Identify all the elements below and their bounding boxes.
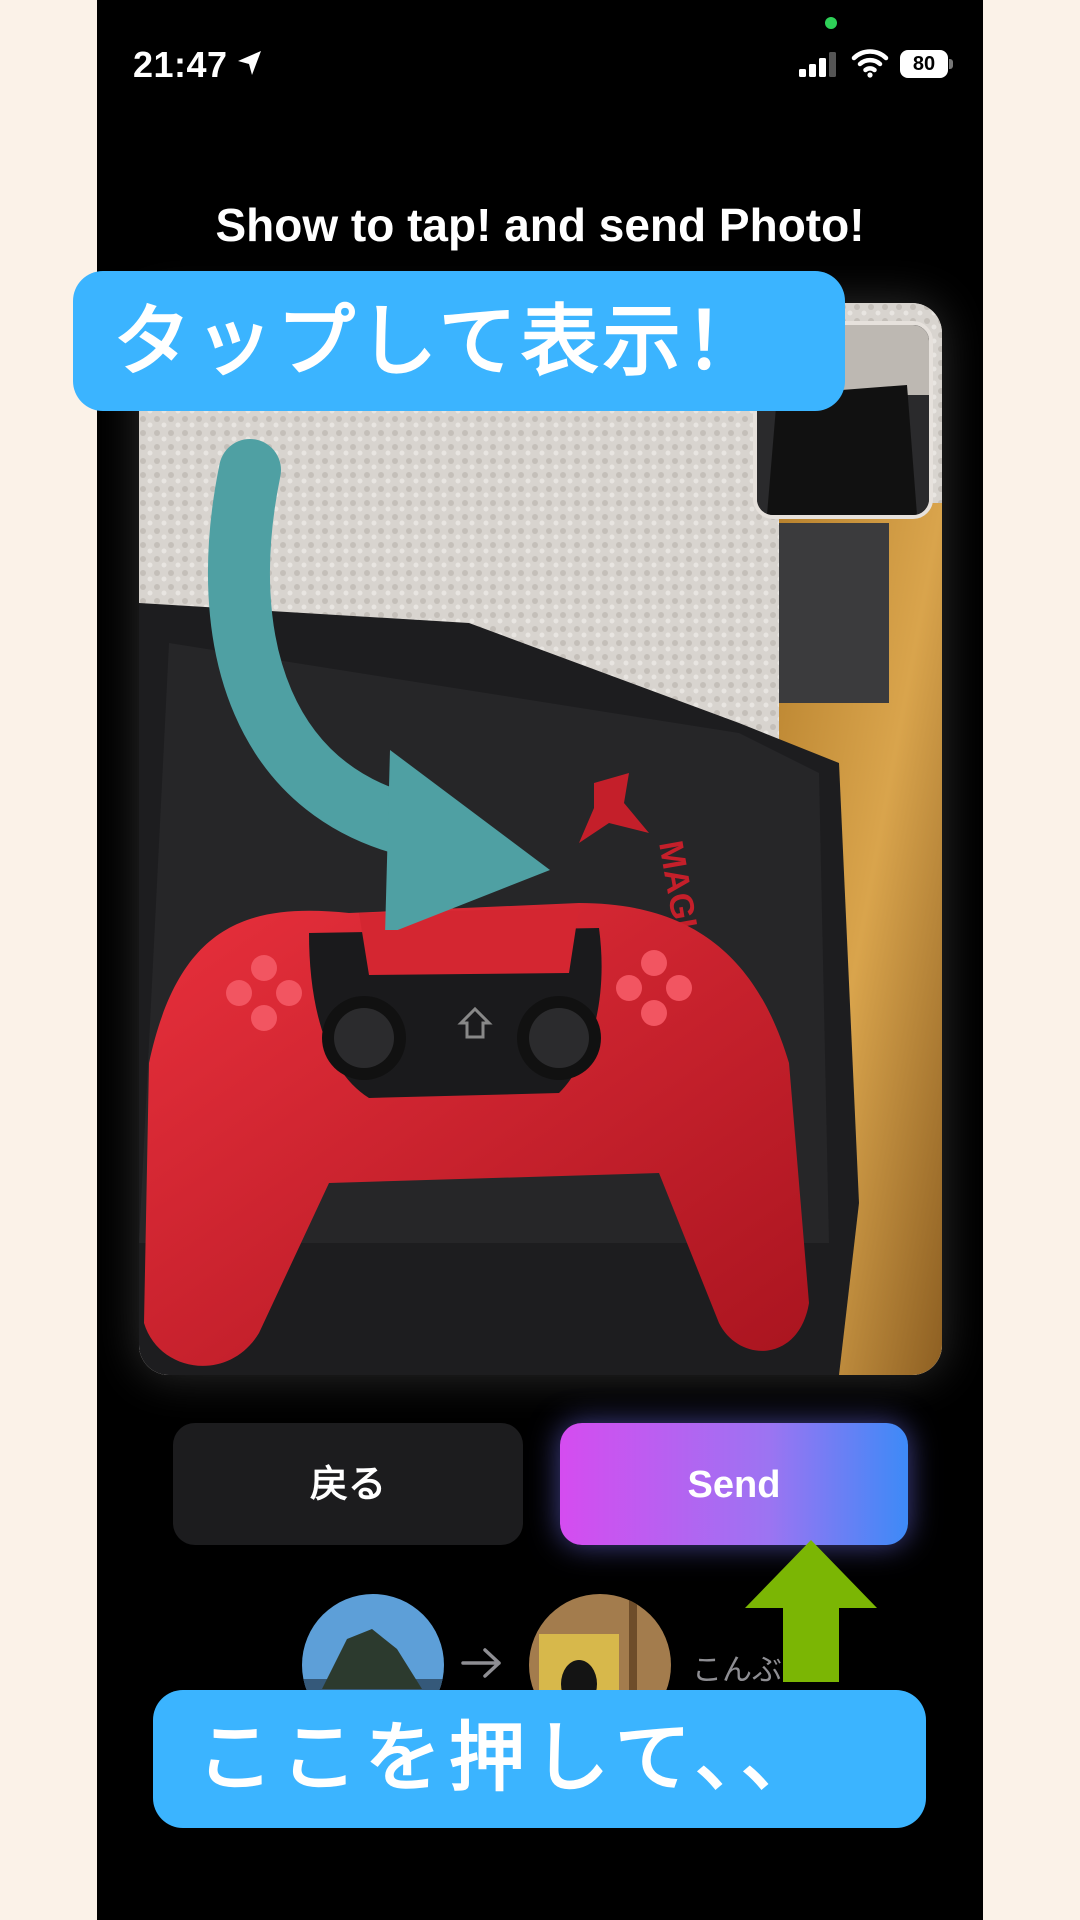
status-time: 21:47 bbox=[133, 44, 228, 85]
status-bar: 21:47 80 bbox=[97, 0, 983, 120]
send-button[interactable]: Send bbox=[560, 1423, 908, 1545]
camera-indicator-dot bbox=[825, 17, 837, 29]
back-button[interactable]: 戻る bbox=[173, 1423, 523, 1545]
wifi-icon bbox=[851, 49, 889, 78]
press-here-callout: ここを押して、、 bbox=[153, 1690, 926, 1828]
location-arrow-icon bbox=[238, 51, 261, 75]
up-arrow-annotation bbox=[745, 1540, 877, 1682]
battery-level: 80 bbox=[900, 50, 948, 78]
battery-tip bbox=[949, 59, 953, 69]
curved-arrow-annotation bbox=[207, 439, 550, 930]
cellular-signal-icon bbox=[799, 52, 836, 77]
tap-to-show-callout: タップして表示！ bbox=[73, 271, 845, 411]
arrow-right-icon bbox=[461, 1648, 501, 1678]
battery-charging-icon: 80 bbox=[900, 50, 956, 78]
page-title: Show to tap! and send Photo! bbox=[215, 199, 865, 251]
